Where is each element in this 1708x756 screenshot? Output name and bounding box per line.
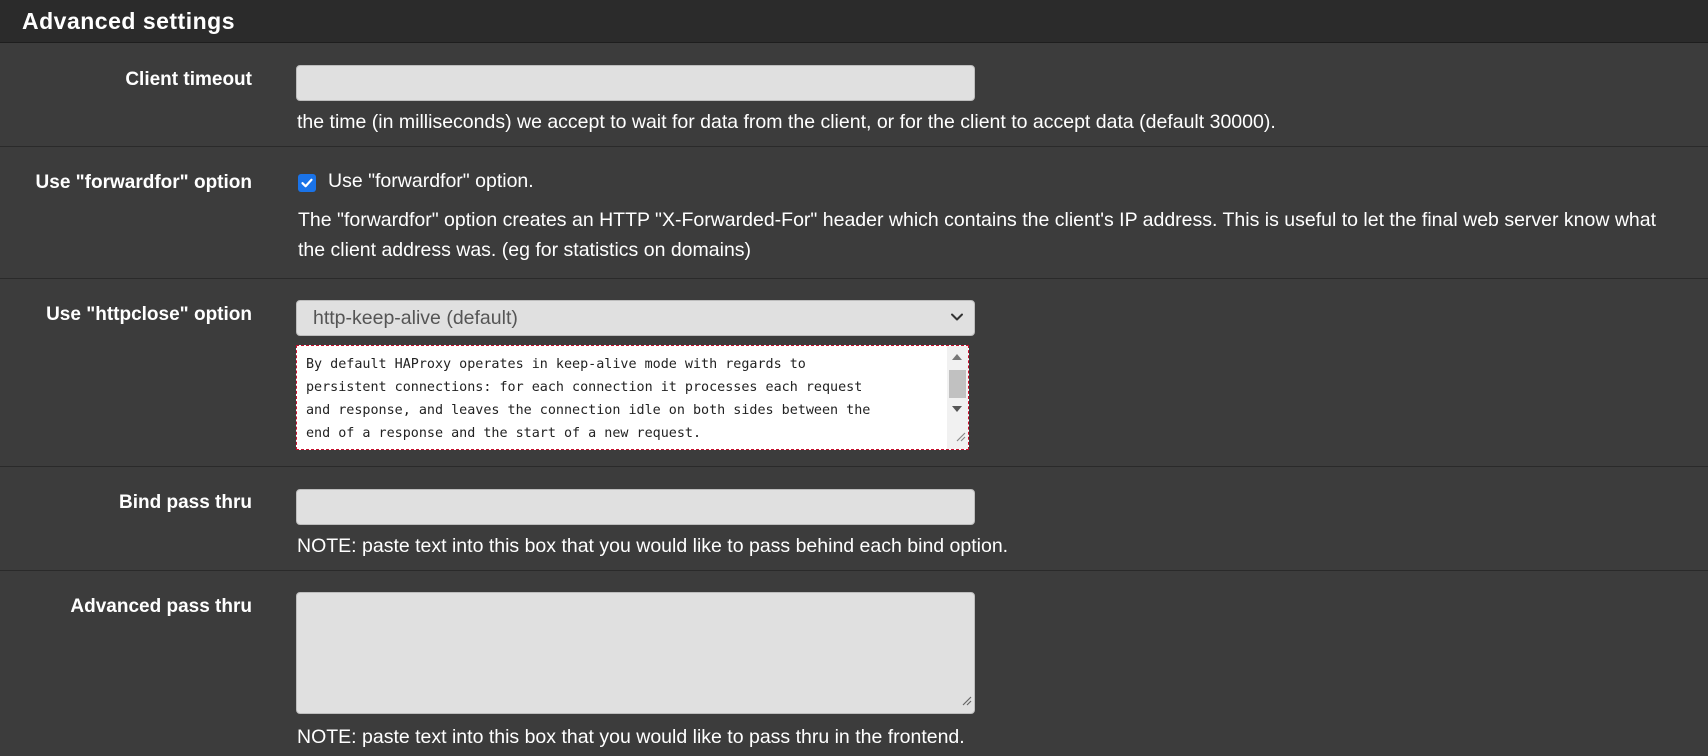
client-timeout-label: Client timeout <box>125 69 252 90</box>
row-forwardfor: Use "forwardfor" option Use "forwardfor"… <box>0 147 1708 279</box>
scroll-up-icon[interactable] <box>952 354 962 360</box>
panel-title: Advanced settings <box>22 8 235 34</box>
resize-handle-icon[interactable] <box>954 429 966 447</box>
client-timeout-input[interactable] <box>296 65 975 101</box>
advanced-pass-thru-help: NOTE: paste text into this box that you … <box>297 726 965 748</box>
advanced-pass-thru-label: Advanced pass thru <box>70 596 252 617</box>
bind-pass-thru-input[interactable] <box>296 489 975 525</box>
httpclose-description: By default HAProxy operates in keep-aliv… <box>306 357 871 441</box>
forwardfor-checkbox-label[interactable]: Use "forwardfor" option. <box>328 170 534 193</box>
row-client-timeout: Client timeout the time (in milliseconds… <box>0 43 1708 147</box>
bind-pass-thru-label: Bind pass thru <box>118 492 252 513</box>
httpclose-selected-value: http-keep-alive (default) <box>313 307 518 329</box>
row-bind-pass-thru: Bind pass thru NOTE: paste text into thi… <box>0 467 1708 571</box>
client-timeout-help: the time (in milliseconds) we accept to … <box>297 111 1276 133</box>
panel-header: Advanced settings <box>0 0 1708 43</box>
resize-handle-icon[interactable] <box>960 693 972 711</box>
advanced-pass-thru-textarea[interactable] <box>296 592 975 714</box>
chevron-down-icon <box>950 310 964 329</box>
checkmark-icon <box>301 178 313 188</box>
bind-pass-thru-help: NOTE: paste text into this box that you … <box>297 535 1009 557</box>
httpclose-description-box[interactable]: By default HAProxy operates in keep-aliv… <box>296 345 969 450</box>
advanced-settings-panel: Advanced settings Client timeout the tim… <box>0 0 1708 756</box>
forwardfor-checkbox[interactable] <box>298 174 316 192</box>
forwardfor-help: The "forwardfor" option creates an HTTP … <box>298 209 1657 261</box>
scroll-thumb[interactable] <box>949 370 966 398</box>
httpclose-label: Use "httpclose" option <box>46 304 252 325</box>
forwardfor-label: Use "forwardfor" option <box>35 172 252 193</box>
scroll-down-icon[interactable] <box>952 406 962 412</box>
httpclose-select[interactable]: http-keep-alive (default) <box>296 300 975 336</box>
